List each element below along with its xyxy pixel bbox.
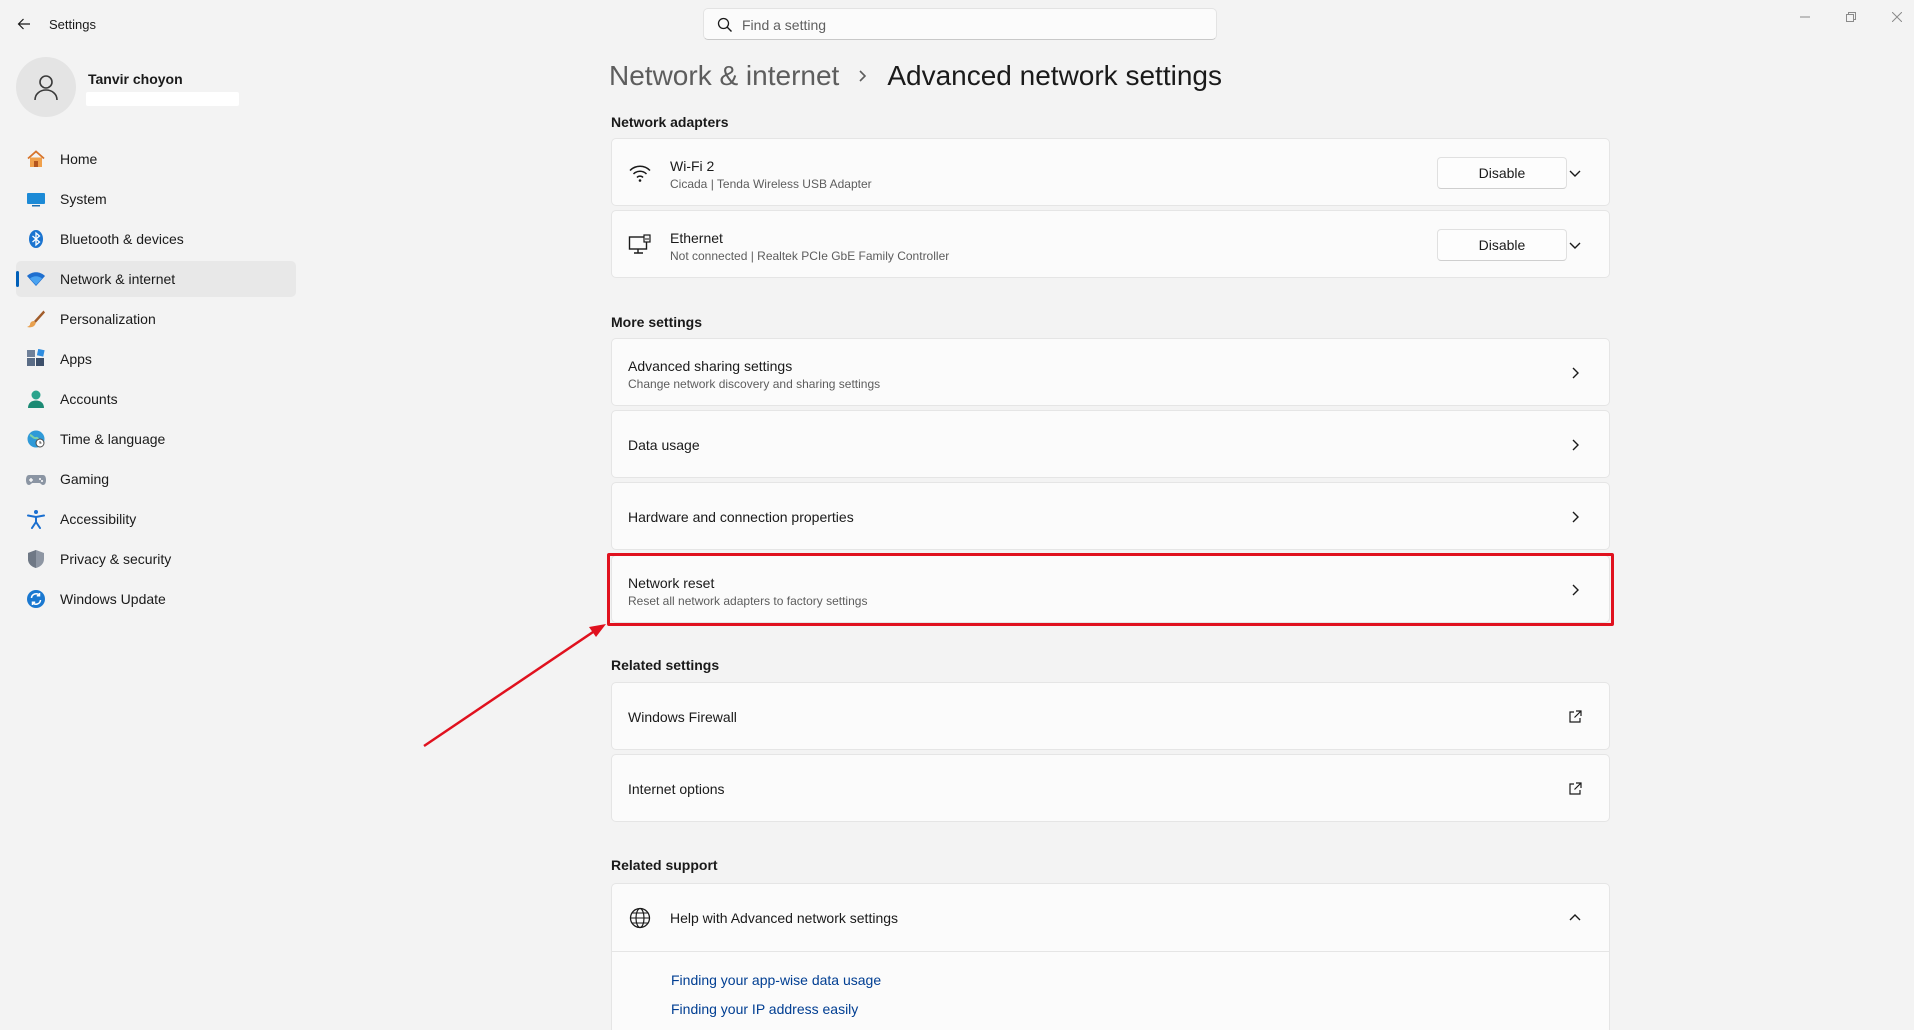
- sidebar-item-personalization[interactable]: Personalization: [16, 301, 296, 337]
- sidebar-item-bluetooth[interactable]: Bluetooth & devices: [16, 221, 296, 257]
- user-name: Tanvir choyon: [88, 71, 183, 87]
- sidebar-item-label: Home: [60, 151, 98, 167]
- shield-icon: [26, 549, 46, 569]
- help-title: Help with Advanced network settings: [670, 910, 899, 926]
- disable-ethernet-button[interactable]: Disable: [1437, 229, 1567, 261]
- chevron-right-icon: [1567, 365, 1583, 381]
- setting-advanced-sharing[interactable]: Advanced sharing settings Change network…: [611, 338, 1610, 406]
- setting-title: Hardware and connection properties: [628, 509, 854, 525]
- search-icon: [717, 17, 733, 38]
- help-links-panel: Finding your app-wise data usage Finding…: [611, 952, 1610, 1030]
- setting-windows-firewall[interactable]: Windows Firewall: [611, 682, 1610, 750]
- section-heading-network-adapters: Network adapters: [611, 114, 729, 130]
- chevron-right-icon: [1567, 509, 1583, 525]
- external-link-icon: [1567, 709, 1583, 725]
- search-input[interactable]: [742, 15, 1182, 35]
- adapter-card-wifi[interactable]: Wi-Fi 2 Cicada | Tenda Wireless USB Adap…: [611, 138, 1610, 206]
- setting-title: Network reset: [628, 575, 715, 591]
- sidebar-item-label: Privacy & security: [60, 551, 172, 567]
- sidebar-nav: Home System Bluetooth & devices Network …: [16, 141, 296, 621]
- update-icon: [26, 589, 46, 609]
- restore-button[interactable]: [1828, 6, 1874, 28]
- adapter-card-ethernet[interactable]: Ethernet Not connected | Realtek PCIe Gb…: [611, 210, 1610, 278]
- title-bar: Settings: [0, 0, 1914, 48]
- avatar[interactable]: [16, 57, 76, 117]
- sidebar-item-label: Bluetooth & devices: [60, 231, 184, 247]
- brush-icon: [26, 309, 46, 329]
- setting-title: Data usage: [628, 437, 700, 453]
- disable-wifi-button[interactable]: Disable: [1437, 157, 1567, 189]
- setting-description: Change network discovery and sharing set…: [628, 377, 881, 391]
- sidebar-item-apps[interactable]: Apps: [16, 341, 296, 377]
- setting-title: Advanced sharing settings: [628, 358, 793, 374]
- sidebar-item-label: Apps: [60, 351, 92, 367]
- sidebar-item-label: System: [60, 191, 107, 207]
- adapter-detail: Cicada | Tenda Wireless USB Adapter: [670, 177, 872, 191]
- sidebar-item-label: Windows Update: [60, 591, 166, 607]
- section-heading-more-settings: More settings: [611, 314, 703, 330]
- chevron-right-icon: [857, 69, 869, 83]
- sidebar-item-windows-update[interactable]: Windows Update: [16, 581, 296, 617]
- sidebar-item-time-language[interactable]: Time & language: [16, 421, 296, 457]
- external-link-icon: [1567, 781, 1583, 797]
- sidebar-item-gaming[interactable]: Gaming: [16, 461, 296, 497]
- home-icon: [26, 149, 46, 169]
- breadcrumb: Network & internet Advanced network sett…: [609, 56, 1222, 96]
- chevron-up-icon[interactable]: [1567, 910, 1583, 926]
- wifi-icon: [628, 161, 652, 185]
- apps-icon: [26, 349, 46, 369]
- sidebar-item-label: Personalization: [60, 311, 156, 327]
- section-heading-related-settings: Related settings: [611, 657, 720, 673]
- chevron-down-icon[interactable]: [1567, 165, 1583, 181]
- adapter-detail: Not connected | Realtek PCIe GbE Family …: [670, 249, 950, 263]
- chevron-down-icon[interactable]: [1567, 237, 1583, 253]
- setting-internet-options[interactable]: Internet options: [611, 754, 1610, 822]
- globe-clock-icon: [26, 429, 46, 449]
- setting-title: Windows Firewall: [628, 709, 737, 725]
- chevron-right-icon: [1567, 437, 1583, 453]
- adapter-name: Ethernet: [670, 230, 723, 246]
- help-link-data-usage[interactable]: Finding your app-wise data usage: [671, 972, 881, 988]
- sidebar-item-label: Network & internet: [60, 271, 176, 287]
- breadcrumb-parent[interactable]: Network & internet: [609, 60, 839, 92]
- help-link-ip-address[interactable]: Finding your IP address easily: [671, 1001, 858, 1017]
- help-expander[interactable]: Help with Advanced network settings: [611, 883, 1610, 952]
- sidebar-item-accessibility[interactable]: Accessibility: [16, 501, 296, 537]
- user-email-redacted: [86, 92, 239, 106]
- globe-icon: [628, 906, 652, 930]
- wifi-icon: [26, 269, 46, 289]
- chevron-right-icon: [1567, 582, 1583, 598]
- close-button[interactable]: [1874, 6, 1914, 28]
- sidebar-item-system[interactable]: System: [16, 181, 296, 217]
- minimize-button[interactable]: [1782, 6, 1828, 28]
- accounts-icon: [26, 389, 46, 409]
- section-heading-related-support: Related support: [611, 857, 718, 873]
- accessibility-icon: [26, 509, 46, 529]
- adapter-name: Wi-Fi 2: [670, 158, 715, 174]
- setting-description: Reset all network adapters to factory se…: [628, 594, 868, 608]
- bluetooth-icon: [26, 229, 46, 249]
- search-box[interactable]: [703, 8, 1217, 40]
- back-arrow-icon[interactable]: [12, 12, 36, 36]
- sidebar-item-label: Time & language: [60, 431, 166, 447]
- setting-network-reset[interactable]: Network reset Reset all network adapters…: [611, 555, 1610, 623]
- setting-hardware-properties[interactable]: Hardware and connection properties: [611, 482, 1610, 550]
- sidebar-item-accounts[interactable]: Accounts: [16, 381, 296, 417]
- sidebar-item-privacy[interactable]: Privacy & security: [16, 541, 296, 577]
- gamepad-icon: [26, 469, 46, 489]
- sidebar-item-home[interactable]: Home: [16, 141, 296, 177]
- system-icon: [26, 189, 46, 209]
- sidebar-item-label: Accessibility: [60, 511, 137, 527]
- setting-data-usage[interactable]: Data usage: [611, 410, 1610, 478]
- sidebar-item-label: Gaming: [60, 471, 110, 487]
- page-title: Advanced network settings: [887, 60, 1222, 91]
- app-title: Settings: [49, 17, 96, 32]
- sidebar-item-label: Accounts: [60, 391, 118, 407]
- ethernet-icon: [628, 233, 652, 257]
- setting-title: Internet options: [628, 781, 725, 797]
- sidebar-item-network[interactable]: Network & internet: [16, 261, 296, 297]
